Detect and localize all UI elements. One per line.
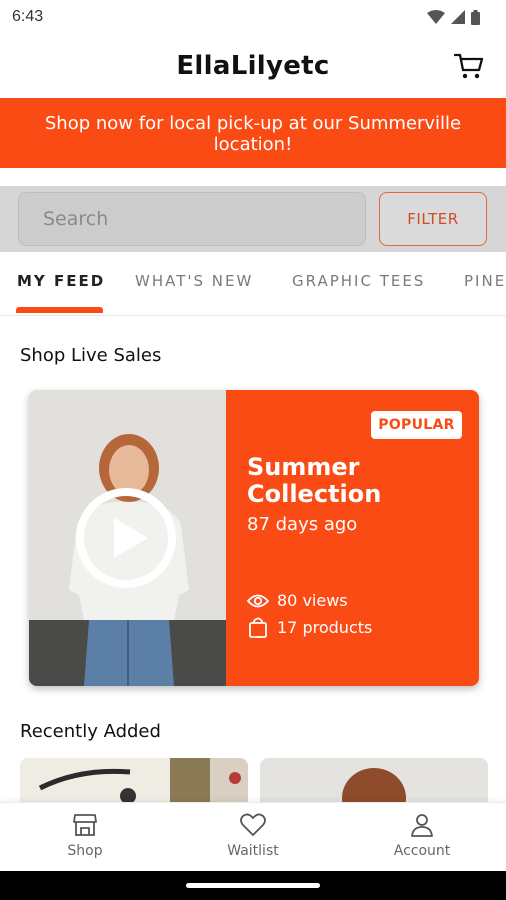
play-icon[interactable] (74, 486, 178, 590)
nav-account[interactable]: Account (362, 811, 482, 859)
battery-icon (471, 9, 480, 25)
search-bar: FILTER (0, 186, 506, 252)
tab-graphic-tees[interactable]: GRAPHIC TEES (292, 272, 425, 290)
active-tab-indicator (16, 307, 103, 313)
status-icons (427, 9, 480, 25)
popular-badge: POPULAR (371, 411, 462, 439)
heart-icon (240, 813, 266, 836)
app-header: EllaLilyetc (0, 34, 506, 98)
filter-button[interactable]: FILTER (379, 192, 487, 246)
products-stat: 17 products (247, 616, 372, 638)
cart-icon[interactable] (454, 51, 484, 81)
views-count: 80 views (277, 591, 348, 610)
recent-product-card[interactable] (20, 758, 248, 802)
bottom-nav: Shop Waitlist Account (0, 802, 506, 871)
live-sale-age: 87 days ago (247, 514, 358, 535)
tab-whats-new[interactable]: WHAT'S NEW (135, 272, 253, 290)
live-sale-title: Summer Collection (247, 453, 382, 508)
category-tabs: MY FEED WHAT'S NEW GRAPHIC TEES PINE (0, 262, 506, 316)
system-nav-area (0, 871, 506, 900)
tab-pine[interactable]: PINE (464, 272, 506, 290)
eye-icon (247, 594, 269, 607)
products-count: 17 products (277, 617, 373, 637)
home-gesture-bar[interactable] (186, 883, 320, 888)
wifi-icon (427, 10, 445, 24)
person-icon (411, 814, 433, 837)
nav-shop[interactable]: Shop (25, 811, 145, 859)
nav-waitlist[interactable]: Waitlist (193, 811, 313, 859)
promo-text: Shop now for local pick-up at our Summer… (44, 113, 462, 155)
live-sales-title: Shop Live Sales (20, 345, 162, 366)
nav-account-label: Account (393, 843, 451, 859)
nav-shop-label: Shop (67, 843, 103, 859)
nav-waitlist-label: Waitlist (227, 843, 279, 859)
tab-my-feed[interactable]: MY FEED (17, 272, 105, 290)
recent-product-card[interactable] (260, 758, 488, 802)
live-sale-info: POPULAR Summer Collection 87 days ago 80… (226, 390, 479, 686)
search-input[interactable] (18, 192, 366, 246)
signal-icon (451, 10, 465, 24)
status-bar: 6:43 (0, 0, 506, 34)
promo-banner[interactable]: Shop now for local pick-up at our Summer… (0, 98, 506, 168)
recently-added-title: Recently Added (20, 721, 161, 742)
shopping-bag-icon (249, 617, 267, 638)
live-sale-card[interactable]: POPULAR Summer Collection 87 days ago 80… (29, 390, 479, 686)
views-stat: 80 views (247, 591, 348, 610)
product-photo (20, 758, 248, 802)
product-photo (260, 758, 488, 802)
status-time: 6:43 (12, 8, 44, 25)
store-icon (73, 814, 97, 836)
live-sale-video[interactable] (29, 390, 226, 686)
app-title: EllaLilyetc (176, 51, 330, 81)
